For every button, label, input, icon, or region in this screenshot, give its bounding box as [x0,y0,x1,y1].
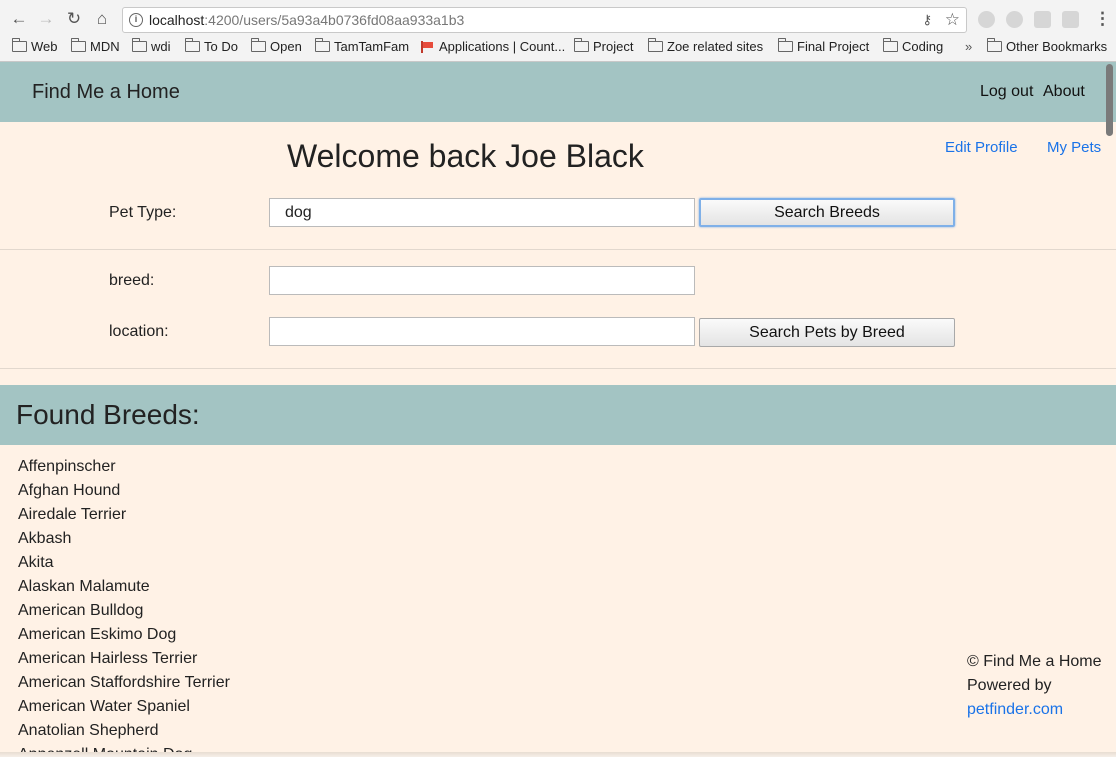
extension-icon[interactable] [978,11,995,28]
url-path: :4200/users/5a93a4b0736fd08aa933a1b3 [204,12,465,28]
bookmark-folder[interactable]: Zoe related sites [647,38,764,54]
folder-icon [131,38,147,52]
bookmark-label: wdi [151,39,171,54]
breed-input[interactable] [269,266,695,295]
location-input[interactable] [269,317,695,346]
list-item[interactable]: American Water Spaniel [18,695,230,719]
footer-powered-by: Powered by [967,677,1052,694]
folder-icon [573,38,589,52]
bookmark-label: Project [593,39,634,54]
bookmarks-overflow-icon[interactable]: » [965,39,972,54]
bookmark-folder[interactable]: Open [250,38,302,54]
url-text[interactable]: localhost:4200/users/5a93a4b0736fd08aa93… [149,12,464,28]
home-icon[interactable]: ⌂ [92,9,112,29]
breed-label: breed: [109,272,155,289]
footer-copyright: © Find Me a Home [967,653,1102,670]
list-item[interactable]: American Hairless Terrier [18,647,230,671]
bookmark-link[interactable]: Applications | Count... [420,39,565,54]
list-item[interactable]: Afghan Hound [18,479,230,503]
window-bottom-edge [0,752,1116,757]
browser-chrome: ← → ↻ ⌂ i localhost:4200/users/5a93a4b07… [0,0,1116,62]
search-pets-button[interactable]: Search Pets by Breed [699,318,955,347]
found-breeds-header: Found Breeds: [0,385,1116,445]
edit-profile-link[interactable]: Edit Profile [945,139,1018,156]
list-item[interactable]: Anatolian Shepherd [18,719,230,743]
folder-icon [882,38,898,52]
star-icon[interactable]: ☆ [945,10,960,30]
list-item[interactable]: American Staffordshire Terrier [18,671,230,695]
footer: © Find Me a Home Powered by petfinder.co… [967,650,1102,722]
scrollbar-thumb[interactable] [1106,64,1113,136]
bookmark-folder[interactable]: TamTamFam [314,38,410,54]
list-item[interactable]: American Bulldog [18,599,230,623]
breed-list: Affenpinscher Afghan Hound Airedale Terr… [18,455,230,757]
divider [0,368,1116,369]
pet-type-input[interactable]: dog [269,198,695,227]
bookmark-folder[interactable]: Project [573,38,634,54]
location-label: location: [109,323,169,340]
my-pets-link[interactable]: My Pets [1047,139,1101,156]
brand-link[interactable]: Find Me a Home [32,81,180,104]
bookmark-label: Other Bookmarks [1006,39,1108,54]
flag-icon [420,40,435,53]
bookmark-label: Final Project [797,39,870,54]
folder-icon [986,38,1002,52]
extension-icon[interactable] [1006,11,1023,28]
back-icon[interactable]: ← [9,9,29,29]
url-host: localhost [149,12,205,28]
bookmark-folder[interactable]: Coding [882,38,944,54]
logout-link[interactable]: Log out [980,83,1033,101]
reload-icon[interactable]: ↻ [64,9,84,29]
folder-icon [184,38,200,52]
bookmark-folder[interactable]: Final Project [777,38,870,54]
folder-icon [11,38,27,52]
menu-icon[interactable]: ⋮ [1094,9,1111,29]
list-item[interactable]: Akita [18,551,230,575]
bookmark-folder[interactable]: MDN [70,38,120,54]
bookmark-label: To Do [204,39,238,54]
bookmark-label: Open [270,39,302,54]
bookmark-folder[interactable]: Web [11,38,58,54]
forward-icon[interactable]: → [36,9,56,29]
bookmark-label: Zoe related sites [667,39,764,54]
other-bookmarks[interactable]: Other Bookmarks [986,38,1108,54]
list-item[interactable]: Alaskan Malamute [18,575,230,599]
bookmark-label: TamTamFam [334,39,410,54]
about-link[interactable]: About [1043,83,1085,101]
petfinder-link[interactable]: petfinder.com [967,701,1063,718]
folder-icon [250,38,266,52]
address-bar[interactable]: i localhost:4200/users/5a93a4b0736fd08aa… [122,7,967,33]
folder-icon [647,38,663,52]
folder-icon [314,38,330,52]
bookmarks-bar: Web MDN wdi To Do Open TamTamFam Applica… [0,38,1116,58]
pet-type-label: Pet Type: [109,204,177,221]
extension-icon[interactable] [1034,11,1051,28]
bookmark-label: Coding [902,39,944,54]
bookmark-label: Applications | Count... [439,39,566,54]
bookmark-label: MDN [90,39,120,54]
found-breeds-title: Found Breeds: [16,399,200,430]
key-icon[interactable]: ⚷ [922,12,932,28]
bookmark-label: Web [31,39,58,54]
search-breeds-button[interactable]: Search Breeds [699,198,955,227]
page-title: Welcome back Joe Black [287,138,644,174]
folder-icon [70,38,86,52]
extension-icon[interactable] [1062,11,1079,28]
info-icon[interactable]: i [129,13,143,27]
list-item[interactable]: American Eskimo Dog [18,623,230,647]
list-item[interactable]: Affenpinscher [18,455,230,479]
folder-icon [777,38,793,52]
list-item[interactable]: Airedale Terrier [18,503,230,527]
list-item[interactable]: Akbash [18,527,230,551]
app-navbar: Find Me a Home Log out About [0,62,1116,122]
divider [0,249,1116,250]
bookmark-folder[interactable]: To Do [184,38,238,54]
bookmark-folder[interactable]: wdi [131,38,171,54]
